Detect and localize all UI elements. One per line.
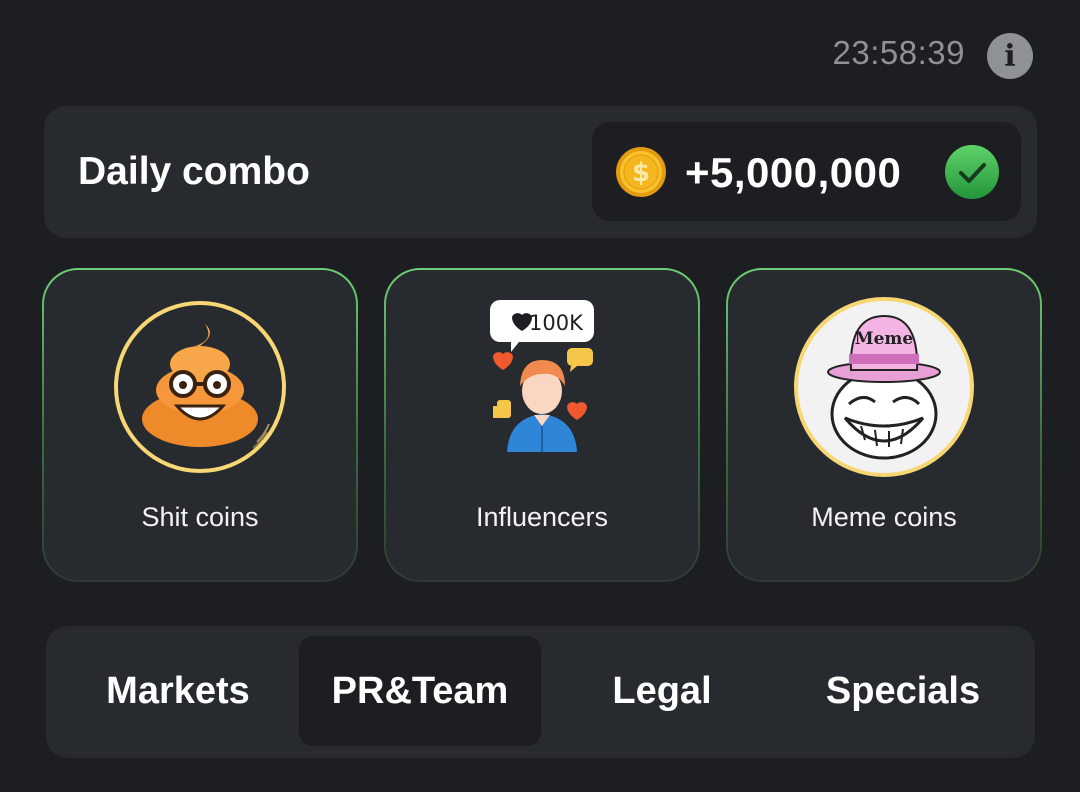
card-shit-coins[interactable]: Shit coins (42, 268, 358, 582)
reward-amount: +5,000,000 (685, 149, 902, 196)
daily-combo-bar: Daily combo $ +5,000,000 (44, 106, 1037, 238)
likes-badge-text: 100K (529, 311, 584, 335)
card-meme-coins[interactable]: Meme Meme coins (726, 268, 1042, 582)
tab-markets[interactable]: Markets (57, 636, 299, 746)
card-label: Meme coins (811, 502, 957, 532)
info-button[interactable]: i (987, 33, 1033, 79)
combo-cards: Shit coins 100K Influencers Meme Meme co… (0, 268, 1080, 581)
daily-combo-title: Daily combo (78, 150, 310, 193)
category-tabs: Markets PR&Team Legal Specials (46, 626, 1035, 758)
card-label: Shit coins (141, 502, 259, 532)
tab-pr-team[interactable]: PR&Team (299, 636, 541, 746)
check-icon (945, 145, 999, 199)
svg-text:$: $ (632, 158, 650, 188)
poop-emoji-icon (114, 301, 286, 473)
tab-legal[interactable]: Legal (541, 636, 783, 746)
meme-hat-text: Meme (855, 329, 914, 349)
coin-icon: $ (616, 147, 666, 197)
trollface-meme-icon: Meme (794, 297, 974, 477)
influencer-icon: 100K (490, 300, 594, 452)
reward-pill: $ +5,000,000 (592, 122, 1021, 221)
card-influencers[interactable]: 100K Influencers (384, 268, 700, 582)
info-icon: i (1004, 38, 1016, 74)
card-label: Influencers (475, 502, 609, 532)
tab-specials[interactable]: Specials (782, 636, 1024, 746)
countdown-timer: 23:58:39 (832, 34, 965, 71)
